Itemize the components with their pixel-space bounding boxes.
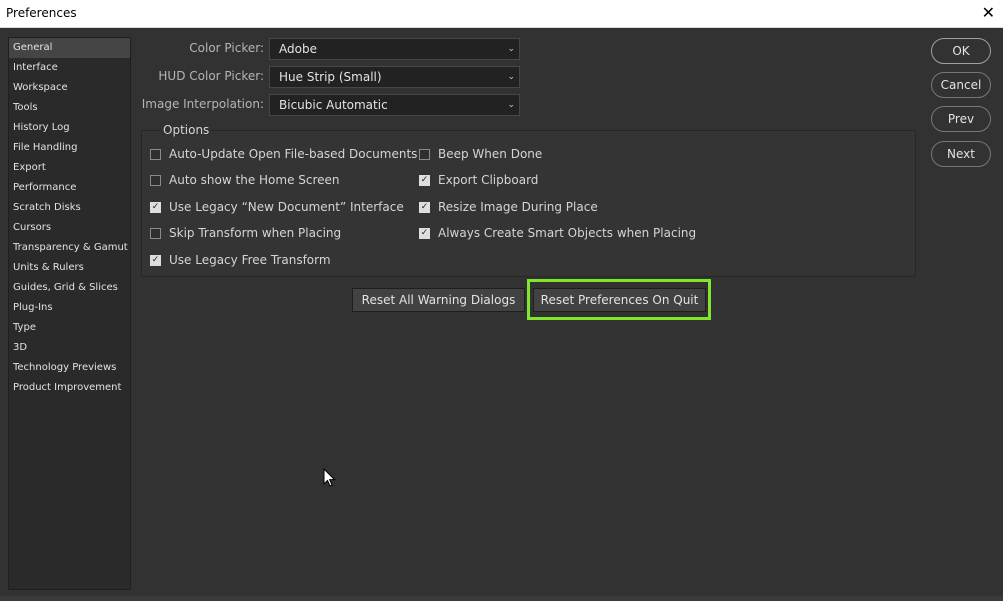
sidebar-item-performance[interactable]: Performance <box>9 178 130 198</box>
sidebar-item-product-improvement[interactable]: Product Improvement <box>9 378 130 398</box>
beep-when-done-checkbox[interactable]: Beep When Done <box>419 147 542 161</box>
checkmark-icon: ✓ <box>150 201 161 213</box>
auto-show-home-checkbox[interactable]: Auto show the Home Screen <box>150 173 340 187</box>
sidebar-item-plugins[interactable]: Plug-Ins <box>9 298 130 318</box>
next-button[interactable]: Next <box>931 141 991 167</box>
sidebar-item-guides[interactable]: Guides, Grid & Slices <box>9 278 130 298</box>
export-clipboard-checkbox[interactable]: ✓ Export Clipboard <box>419 173 538 187</box>
smart-objects-checkbox[interactable]: ✓ Always Create Smart Objects when Placi… <box>419 226 696 240</box>
sidebar-item-general[interactable]: General <box>9 38 130 58</box>
image-interpolation-value: Bicubic Automatic <box>279 98 388 112</box>
color-picker-label: Color Picker: <box>189 41 264 55</box>
sidebar-item-type[interactable]: Type <box>9 318 130 338</box>
resize-image-checkbox[interactable]: ✓ Resize Image During Place <box>419 200 598 214</box>
sidebar-item-history-log[interactable]: History Log <box>9 118 130 138</box>
highlight-frame <box>527 279 711 320</box>
color-picker-value: Adobe <box>279 42 317 56</box>
checkmark-icon: ✓ <box>419 227 430 239</box>
sidebar-item-cursors[interactable]: Cursors <box>9 218 130 238</box>
color-picker-select[interactable]: Adobe ⌄ <box>269 38 520 60</box>
sidebar-item-workspace[interactable]: Workspace <box>9 78 130 98</box>
checkmark-icon: ✓ <box>419 174 430 186</box>
sidebar-item-3d[interactable]: 3D <box>9 338 130 358</box>
chevron-down-icon: ⌄ <box>507 72 515 82</box>
prev-button[interactable]: Prev <box>931 106 991 132</box>
sidebar-item-units[interactable]: Units & Rulers <box>9 258 130 278</box>
sidebar-item-file-handling[interactable]: File Handling <box>9 138 130 158</box>
chevron-down-icon: ⌄ <box>507 100 515 110</box>
hud-color-picker-label: HUD Color Picker: <box>158 69 264 83</box>
checkbox-unchecked-icon <box>419 148 430 160</box>
sidebar-item-technology-previews[interactable]: Technology Previews <box>9 358 130 378</box>
title-bar: Preferences ✕ <box>0 0 1003 28</box>
preferences-panel: General Interface Workspace Tools Histor… <box>0 28 1003 596</box>
sidebar-item-scratch-disks[interactable]: Scratch Disks <box>9 198 130 218</box>
hud-color-picker-value: Hue Strip (Small) <box>279 70 382 84</box>
reset-warning-dialogs-button[interactable]: Reset All Warning Dialogs <box>352 288 525 312</box>
cancel-button[interactable]: Cancel <box>931 72 991 98</box>
sidebar-item-tools[interactable]: Tools <box>9 98 130 118</box>
checkbox-unchecked-icon <box>150 227 161 239</box>
hud-color-picker-select[interactable]: Hue Strip (Small) ⌄ <box>269 66 520 88</box>
mouse-pointer-icon <box>323 468 336 487</box>
checkmark-icon: ✓ <box>150 254 161 266</box>
close-icon[interactable]: ✕ <box>982 3 995 23</box>
checkbox-unchecked-icon <box>150 148 161 160</box>
skip-transform-checkbox[interactable]: Skip Transform when Placing <box>150 226 341 240</box>
legacy-free-transform-checkbox[interactable]: ✓ Use Legacy Free Transform <box>150 253 331 267</box>
sidebar-item-export[interactable]: Export <box>9 158 130 178</box>
ok-button[interactable]: OK <box>931 38 991 64</box>
legacy-new-document-checkbox[interactable]: ✓ Use Legacy “New Document” Interface <box>150 200 404 214</box>
sidebar-item-transparency[interactable]: Transparency & Gamut <box>9 238 130 258</box>
bottom-strip <box>0 596 1003 601</box>
options-title: Options <box>161 123 212 137</box>
image-interpolation-select[interactable]: Bicubic Automatic ⌄ <box>269 94 520 116</box>
checkmark-icon: ✓ <box>419 201 430 213</box>
chevron-down-icon: ⌄ <box>507 44 515 54</box>
sidebar-item-interface[interactable]: Interface <box>9 58 130 78</box>
image-interpolation-label: Image Interpolation: <box>141 97 264 111</box>
checkbox-unchecked-icon <box>150 174 161 186</box>
window-title: Preferences <box>6 6 77 20</box>
auto-update-checkbox[interactable]: Auto-Update Open File-based Documents <box>150 147 417 161</box>
sidebar: General Interface Workspace Tools Histor… <box>8 37 131 590</box>
